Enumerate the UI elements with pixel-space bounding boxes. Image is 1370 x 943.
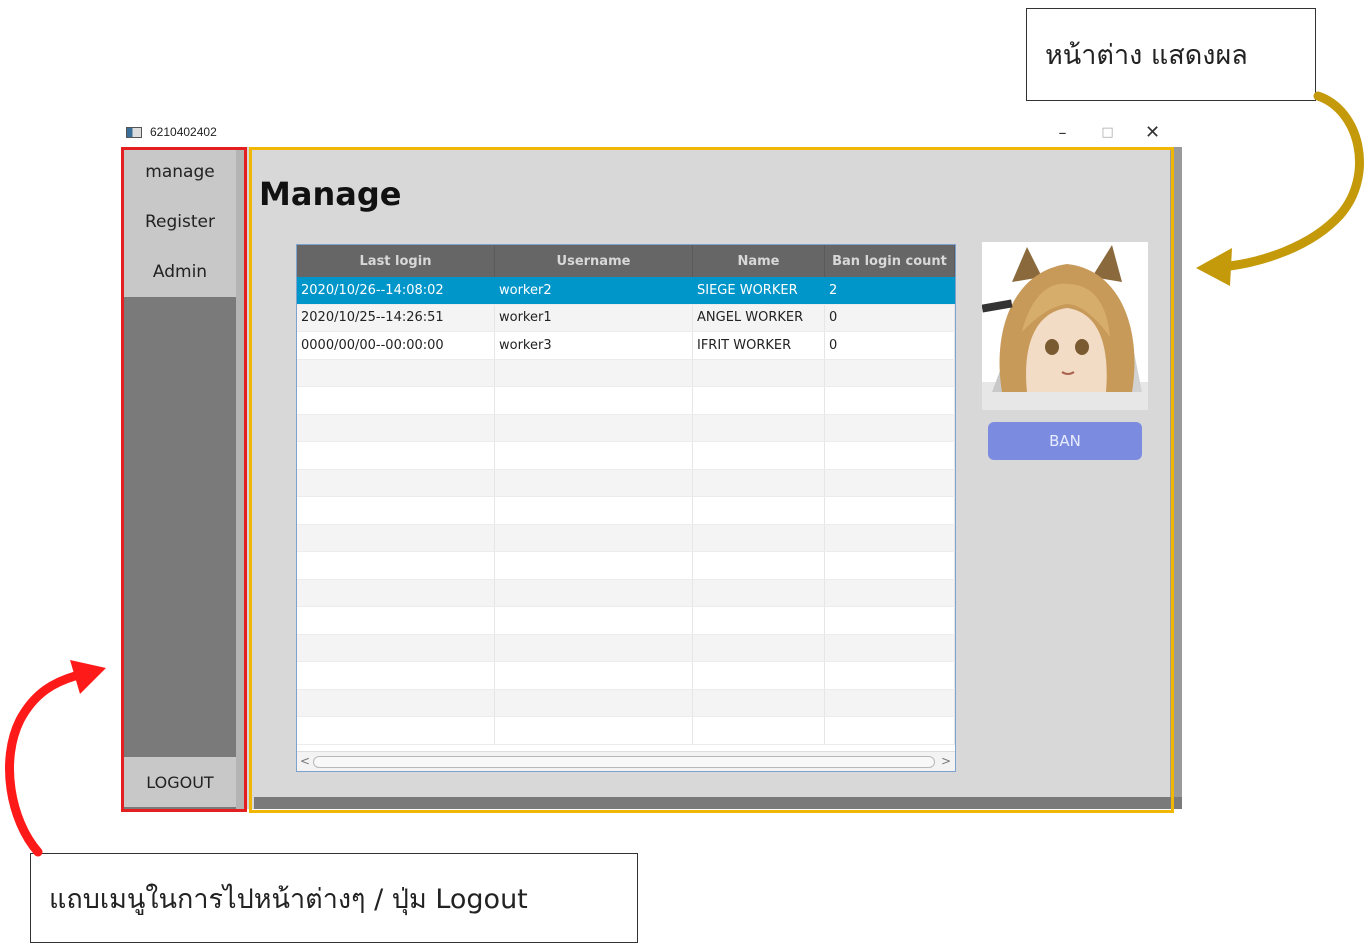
close-button[interactable]: ✕ (1130, 118, 1175, 146)
menu-bar-callout: แถบเมนูในการไปหน้าต่างๆ / ปุ่ม Logout (30, 853, 638, 943)
app-icon (126, 126, 142, 138)
gold-arrowhead (1196, 248, 1232, 286)
minimize-button[interactable]: – (1040, 118, 1085, 146)
red-arrowhead (70, 660, 106, 694)
window-controls: – □ ✕ (1040, 118, 1175, 146)
window-title-bar: 6210402402 (126, 122, 217, 142)
maximize-button[interactable]: □ (1085, 118, 1130, 146)
content-highlight-box (249, 147, 1174, 813)
window-title: 6210402402 (150, 125, 217, 139)
sidebar-highlight-box (121, 147, 247, 812)
red-arrow (5, 671, 80, 857)
display-window-callout: หน้าต่าง แสดงผล (1026, 8, 1316, 101)
gold-arrow (1225, 91, 1364, 271)
